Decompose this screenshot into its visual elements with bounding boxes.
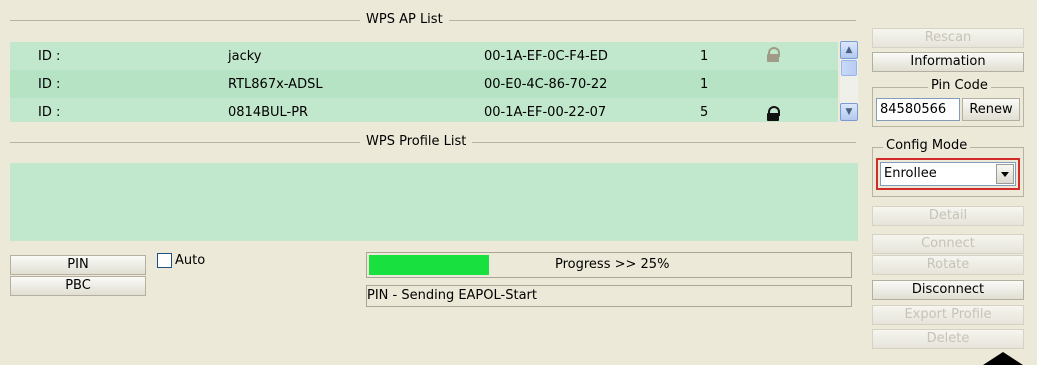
status-box: PIN - Sending EAPOL-Start [366, 285, 852, 307]
auto-label: Auto [175, 253, 206, 268]
ap-list-title: WPS AP List [360, 12, 449, 27]
pbc-button[interactable]: PBC [10, 276, 146, 296]
ap-row[interactable]: ID : 0814BUL-PR 00-1A-EF-00-22-07 5 [10, 98, 838, 122]
ap-row[interactable]: ID : jacky 00-1A-EF-0C-F4-ED 1 [10, 42, 838, 70]
progress-fill [369, 255, 489, 275]
ap-ssid: 0814BUL-PR [228, 105, 309, 120]
auto-checkbox[interactable] [157, 253, 172, 268]
renew-button[interactable]: Renew [962, 98, 1020, 121]
config-mode-select[interactable]: Enrollee [880, 162, 1016, 186]
collapse-up-icon[interactable] [983, 352, 1023, 365]
scroll-up-icon[interactable]: ▲ [840, 41, 858, 59]
profile-list[interactable] [10, 163, 858, 241]
ap-mac: 00-E0-4C-86-70-22 [484, 77, 608, 92]
progress-bar: Progress >> 25% [366, 252, 852, 278]
wps-window: { "ap_list": { "title": "WPS AP List", "… [0, 0, 1037, 365]
rotate-button[interactable]: Rotate [872, 255, 1024, 275]
config-mode-value: Enrollee [884, 166, 937, 181]
profile-list-title: WPS Profile List [360, 134, 473, 149]
ap-id-label: ID : [38, 49, 61, 64]
disconnect-button[interactable]: Disconnect [872, 280, 1024, 300]
chevron-down-icon[interactable] [996, 164, 1014, 184]
scroll-down-icon[interactable]: ▼ [840, 103, 858, 121]
pin-button[interactable]: PIN [10, 255, 146, 275]
export-profile-button[interactable]: Export Profile [872, 305, 1024, 325]
ap-channel: 1 [700, 49, 709, 64]
ap-ssid: jacky [228, 49, 262, 64]
ap-id-label: ID : [38, 105, 61, 120]
detail-button[interactable]: Detail [872, 206, 1024, 226]
config-mode-label: Config Mode [883, 138, 971, 153]
rescan-button[interactable]: Rescan [872, 28, 1024, 48]
lock-icon [767, 47, 780, 63]
ap-channel: 5 [700, 105, 709, 120]
progress-text: Progress >> 25% [555, 257, 670, 272]
delete-button[interactable]: Delete [872, 329, 1024, 349]
pin-code-field[interactable]: 84580566 [876, 98, 960, 121]
ap-mac: 00-1A-EF-0C-F4-ED [484, 49, 608, 64]
information-button[interactable]: Information [872, 52, 1024, 72]
pin-code-label: Pin Code [928, 78, 991, 93]
ap-channel: 1 [700, 77, 709, 92]
status-text: PIN - Sending EAPOL-Start [367, 288, 537, 303]
ap-id-label: ID : [38, 77, 61, 92]
ap-mac: 00-1A-EF-00-22-07 [484, 105, 607, 120]
ap-ssid: RTL867x-ADSL [228, 77, 323, 92]
ap-list[interactable]: ID : jacky 00-1A-EF-0C-F4-ED 1 ID : RTL8… [10, 42, 838, 122]
scroll-thumb[interactable] [841, 60, 857, 76]
ap-list-scrollbar[interactable]: ▲ ▼ [840, 41, 858, 121]
lock-icon [767, 106, 780, 122]
connect-button[interactable]: Connect [872, 234, 1024, 254]
ap-row[interactable]: ID : RTL867x-ADSL 00-E0-4C-86-70-22 1 [10, 70, 838, 98]
